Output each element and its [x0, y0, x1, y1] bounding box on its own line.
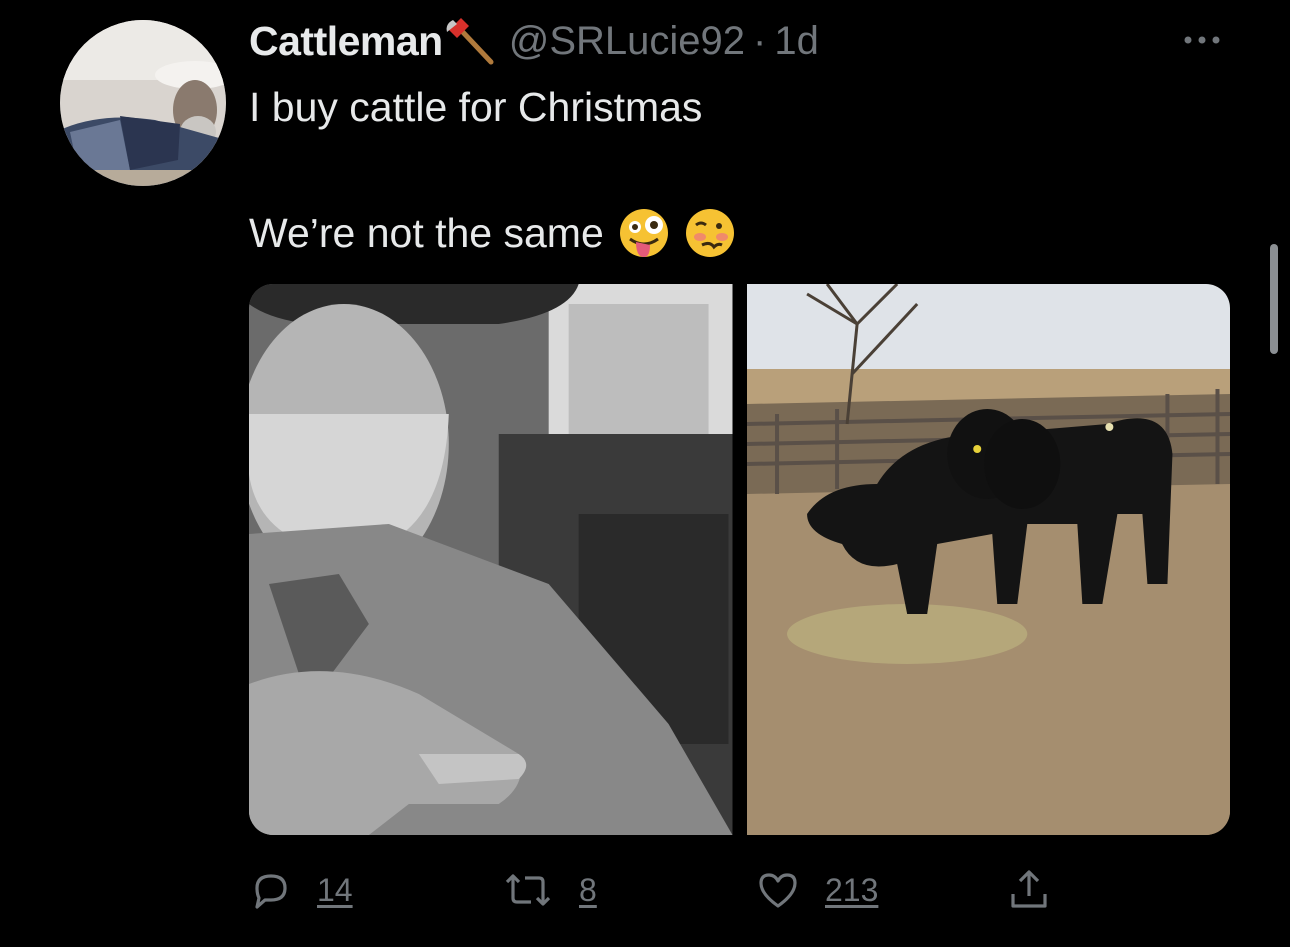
avatar-image	[60, 20, 226, 186]
more-icon[interactable]	[1180, 32, 1224, 48]
reply-button[interactable]: 14	[251, 862, 353, 918]
reply-count: 14	[317, 871, 353, 908]
tweet[interactable]: Cattleman @SRLucie92 · 1d I buy cattle f…	[0, 0, 1290, 947]
scrollbar[interactable]	[1270, 244, 1278, 354]
reply-icon	[251, 870, 291, 910]
user-handle[interactable]: @SRLucie92	[509, 19, 745, 64]
cattle-photo[interactable]	[746, 284, 1230, 835]
share-button[interactable]	[1009, 862, 1049, 918]
tweet-media[interactable]	[249, 284, 1230, 835]
zany-face-emoji-icon	[618, 207, 670, 259]
like-count: 213	[825, 871, 879, 908]
tweet-text-line-2: We’re not the same	[249, 207, 736, 259]
tweet-actions: 14 8 213	[249, 862, 1149, 918]
avatar[interactable]	[60, 20, 226, 186]
retweet-button[interactable]: 8	[503, 862, 597, 918]
tweet-text-line-2-text: We’re not the same	[249, 209, 604, 256]
tweet-header: Cattleman @SRLucie92 · 1d	[249, 16, 819, 66]
display-name[interactable]: Cattleman	[249, 18, 443, 65]
tweet-text-line-1: I buy cattle for Christmas	[249, 84, 703, 130]
like-button[interactable]: 213	[757, 862, 878, 918]
heart-icon	[757, 870, 799, 910]
retweet-icon	[503, 870, 553, 910]
woozy-face-emoji-icon	[684, 207, 736, 259]
share-icon	[1009, 868, 1049, 912]
retweet-count: 8	[579, 871, 597, 908]
axe-icon	[445, 14, 499, 68]
timestamp[interactable]: 1d	[774, 19, 819, 64]
selfie-photo[interactable]	[249, 284, 733, 835]
separator-dot: ·	[753, 18, 767, 63]
